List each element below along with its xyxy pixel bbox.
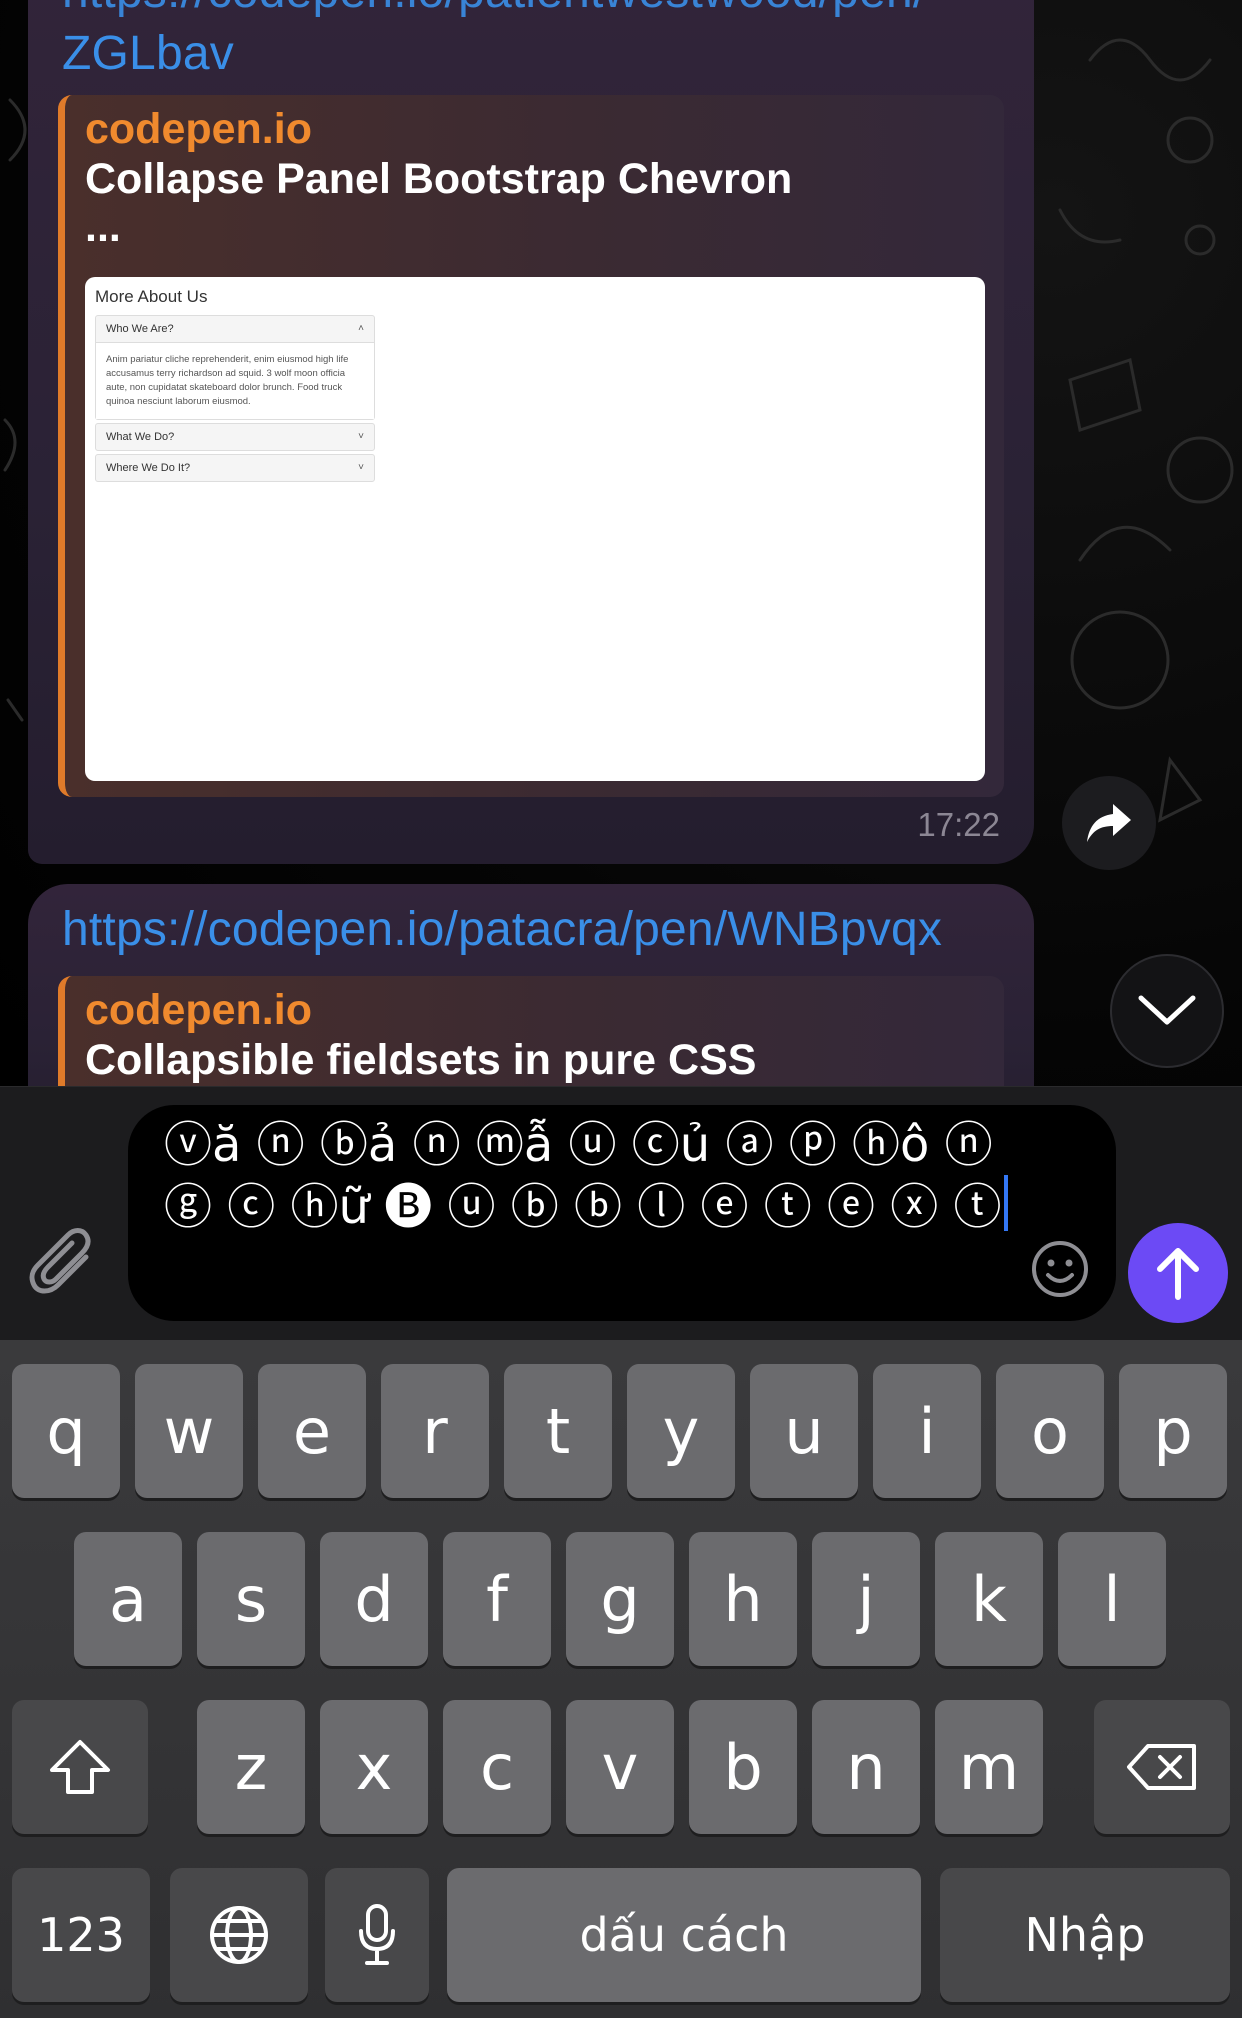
- message-bubble[interactable]: https://codepen.io/patientwestwood/pen/ …: [28, 0, 1034, 864]
- dictation-key[interactable]: [325, 1868, 429, 2002]
- preview-panel: Where We Do It? ˅: [95, 454, 375, 482]
- globe-key[interactable]: [170, 1868, 308, 2002]
- key-o[interactable]: o: [996, 1364, 1104, 1498]
- message-composer: ⓥă ⓝ ⓑả ⓝ ⓜẫ ⓤ ⓒủ ⓐ ⓟ ⓗô ⓝ ⓖ ⓒ ⓗữ 🅑 ⓤ ⓑ …: [0, 1086, 1242, 1340]
- send-button[interactable]: [1128, 1223, 1228, 1323]
- key-d[interactable]: d: [320, 1532, 428, 1666]
- key-j[interactable]: j: [812, 1532, 920, 1666]
- key-z[interactable]: z: [197, 1700, 305, 1834]
- scroll-to-bottom-button[interactable]: [1110, 954, 1224, 1068]
- share-arrow-icon: [1087, 804, 1131, 842]
- smiley-icon: [1032, 1241, 1088, 1297]
- message-input[interactable]: ⓥă ⓝ ⓑả ⓝ ⓜẫ ⓤ ⓒủ ⓐ ⓟ ⓗô ⓝ ⓖ ⓒ ⓗữ 🅑 ⓤ ⓑ …: [128, 1105, 1116, 1321]
- text-caret: [1003, 1175, 1008, 1231]
- key-y[interactable]: y: [627, 1364, 735, 1498]
- message-timestamp: 17:22: [917, 806, 1000, 843]
- preview-panel: Who We Are? ˄ Anim pariatur cliche repre…: [95, 315, 375, 420]
- link-preview-title: Collapse Panel Bootstrap Chevron: [85, 155, 793, 203]
- attach-button[interactable]: [28, 1227, 104, 1303]
- space-key[interactable]: dấu cách: [447, 1868, 921, 2002]
- numbers-key[interactable]: 123: [12, 1868, 150, 2002]
- backspace-icon: [1127, 1744, 1196, 1790]
- key-c[interactable]: c: [443, 1700, 551, 1834]
- key-a[interactable]: a: [74, 1532, 182, 1666]
- share-button[interactable]: [1062, 776, 1156, 870]
- key-g[interactable]: g: [566, 1532, 674, 1666]
- message-link-continued[interactable]: ZGLbav: [62, 26, 234, 81]
- key-i[interactable]: i: [873, 1364, 981, 1498]
- link-preview-title: Collapsible fieldsets in pure CSS: [85, 1036, 757, 1084]
- backspace-key[interactable]: [1094, 1700, 1230, 1834]
- key-w[interactable]: w: [135, 1364, 243, 1498]
- link-preview-image[interactable]: More About Us Who We Are? ˄ Anim pariatu…: [85, 277, 985, 781]
- shift-key[interactable]: [12, 1700, 148, 1834]
- preview-panel: What We Do? ˅: [95, 423, 375, 451]
- key-u[interactable]: u: [750, 1364, 858, 1498]
- key-v[interactable]: v: [566, 1700, 674, 1834]
- key-l[interactable]: l: [1058, 1532, 1166, 1666]
- microphone-icon: [359, 1904, 395, 1965]
- key-b[interactable]: b: [689, 1700, 797, 1834]
- paperclip-icon: [29, 1228, 91, 1294]
- chevron-down-icon: ˅: [358, 462, 364, 473]
- preview-panel-title: Where We Do It?: [106, 462, 191, 474]
- key-m[interactable]: m: [935, 1700, 1043, 1834]
- link-preview-card[interactable]: codepen.io Collapsible fieldsets in pure…: [58, 976, 1004, 1086]
- message-bubble[interactable]: https://codepen.io/patacra/pen/WNBpvqx c…: [28, 884, 1034, 1086]
- chevron-down-icon: ˅: [358, 431, 364, 442]
- return-key[interactable]: Nhập: [940, 1868, 1230, 2002]
- preview-image-heading: More About Us: [95, 287, 208, 306]
- preview-panel-title: What We Do?: [106, 431, 175, 443]
- preview-panel-title: Who We Are?: [106, 323, 174, 335]
- key-t[interactable]: t: [504, 1364, 612, 1498]
- preview-panel-body: Anim pariatur cliche reprehenderit, enim…: [96, 342, 374, 419]
- key-x[interactable]: x: [320, 1700, 428, 1834]
- chat-area[interactable]: https://codepen.io/patientwestwood/pen/ …: [0, 0, 1242, 1086]
- link-preview-site: codepen.io: [85, 105, 312, 153]
- key-n[interactable]: n: [812, 1700, 920, 1834]
- key-f[interactable]: f: [443, 1532, 551, 1666]
- link-preview-ellipsis: ...: [85, 203, 121, 251]
- link-preview-site: codepen.io: [85, 986, 312, 1034]
- key-r[interactable]: r: [381, 1364, 489, 1498]
- globe-icon: [210, 1906, 268, 1964]
- message-link[interactable]: https://codepen.io/patientwestwood/pen/: [62, 0, 926, 19]
- key-h[interactable]: h: [689, 1532, 797, 1666]
- emoji-button[interactable]: [1030, 1239, 1090, 1299]
- key-e[interactable]: e: [258, 1364, 366, 1498]
- key-p[interactable]: p: [1119, 1364, 1227, 1498]
- key-q[interactable]: q: [12, 1364, 120, 1498]
- chevron-up-icon: ˄: [358, 323, 364, 334]
- shift-icon: [50, 1740, 110, 1794]
- message-input-text[interactable]: ⓥă ⓝ ⓑả ⓝ ⓜẫ ⓤ ⓒủ ⓐ ⓟ ⓗô ⓝ ⓖ ⓒ ⓗữ 🅑 ⓤ ⓑ …: [164, 1115, 1024, 1237]
- on-screen-keyboard: q w e r t y u i o p a s d f g h j k l z …: [0, 1340, 1242, 2018]
- key-k[interactable]: k: [935, 1532, 1043, 1666]
- chevron-down-icon: [1138, 995, 1196, 1025]
- key-s[interactable]: s: [197, 1532, 305, 1666]
- message-link[interactable]: https://codepen.io/patacra/pen/WNBpvqx: [62, 902, 942, 957]
- arrow-up-icon: [1157, 1248, 1199, 1300]
- link-preview-card[interactable]: codepen.io Collapse Panel Bootstrap Chev…: [58, 95, 1004, 797]
